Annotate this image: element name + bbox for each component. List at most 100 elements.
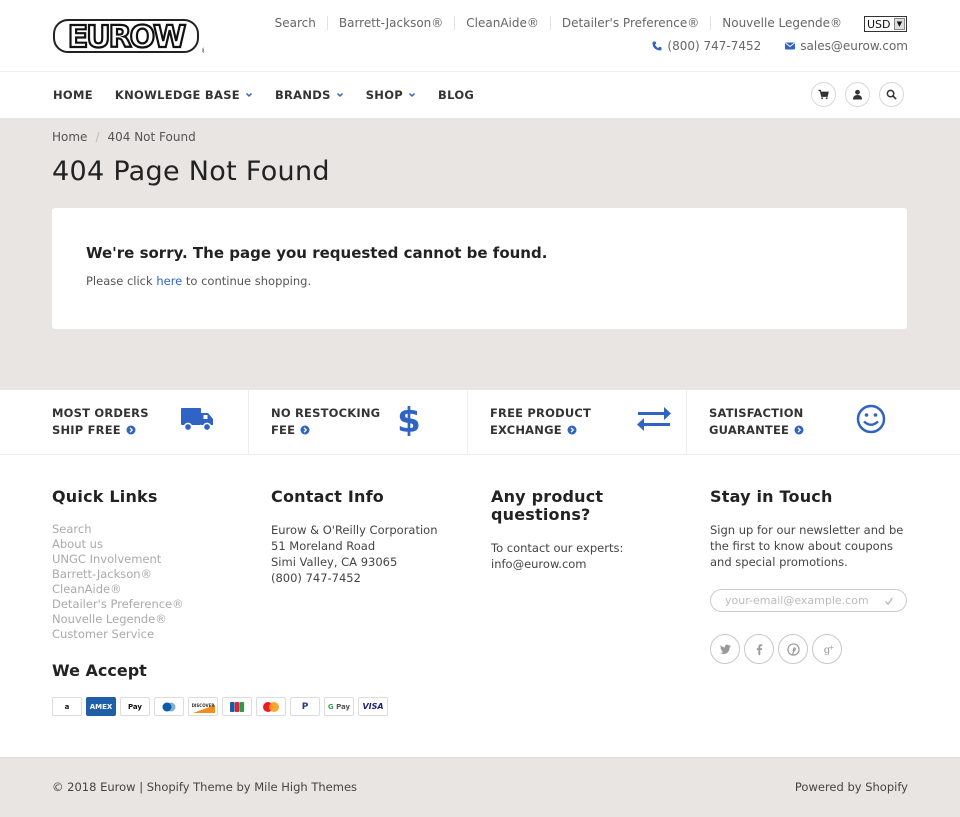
header-email[interactable]: sales@eurow.com xyxy=(785,39,908,53)
copyright-text[interactable]: © 2018 Eurow | Shopify Theme by Mile Hig… xyxy=(52,780,357,794)
questions-title: Any product questions? xyxy=(491,487,604,524)
feature-line2: SHIP FREE xyxy=(52,423,121,437)
feature-line1: NO RESTOCKING xyxy=(271,406,381,420)
not-found-card: We're sorry. The page you requested cann… xyxy=(52,208,907,329)
nav-label: BLOG xyxy=(438,88,475,102)
contact-phone: (800) 747-7452 xyxy=(271,571,361,585)
header-contact: (800) 747-7452 sales@eurow.com xyxy=(652,39,908,53)
footer-link-customer-service[interactable]: Customer Service xyxy=(52,627,242,642)
card-heading: We're sorry. The page you requested cann… xyxy=(86,244,548,262)
contact-company: Eurow & O'Reilly Corporation xyxy=(271,523,438,537)
breadcrumb-home[interactable]: Home xyxy=(52,130,87,144)
nav-label: HOME xyxy=(53,88,93,102)
contact-street: 51 Moreland Road xyxy=(271,539,376,553)
util-link-nouvelle-legende[interactable]: Nouvelle Legende® xyxy=(710,16,853,30)
account-button[interactable] xyxy=(845,82,870,107)
util-link-detailers-preference[interactable]: Detailer's Preference® xyxy=(549,16,710,30)
twitter-button[interactable] xyxy=(710,634,740,664)
amazon-pay-icon: a xyxy=(52,697,82,716)
amex-icon: AMEX xyxy=(86,697,116,716)
arrow-circle-right-icon xyxy=(126,425,136,435)
svg-text:+: + xyxy=(828,643,833,651)
paypal-icon: P xyxy=(290,697,320,716)
quick-links-title: Quick Links xyxy=(52,487,158,506)
feature-line1: FREE PRODUCT xyxy=(490,406,592,420)
cart-button[interactable] xyxy=(811,82,836,107)
search-button[interactable] xyxy=(879,82,904,107)
util-link-barrett-jackson[interactable]: Barrett-Jackson® xyxy=(326,16,454,30)
nav-label: BRANDS xyxy=(274,88,331,102)
logo-text: EUROW xyxy=(68,20,186,55)
we-accept-title: We Accept xyxy=(52,661,147,680)
discover-icon: DISCOVER xyxy=(188,697,218,716)
facebook-button[interactable] xyxy=(744,634,774,664)
footer-link-search[interactable]: Search xyxy=(52,522,242,537)
questions-text: To contact our experts: xyxy=(491,541,624,555)
pinterest-button[interactable] xyxy=(778,634,808,664)
feature-line2: FEE xyxy=(271,423,296,437)
page-title: 404 Page Not Found xyxy=(52,156,330,187)
bottom-bar: © 2018 Eurow | Shopify Theme by Mile Hig… xyxy=(0,757,960,817)
apple-pay-icon: Pay xyxy=(120,697,150,716)
truck-icon xyxy=(181,408,213,432)
twitter-icon xyxy=(719,644,731,654)
google-plus-button[interactable]: g + xyxy=(812,634,842,664)
feature-free-shipping[interactable]: MOST ORDERS SHIP FREE xyxy=(30,390,249,455)
feature-free-exchange[interactable]: FREE PRODUCT EXCHANGE xyxy=(468,390,687,455)
chevron-down-icon xyxy=(245,92,252,98)
check-icon[interactable] xyxy=(884,596,894,606)
nav-item-brands[interactable]: BRANDS xyxy=(275,88,344,102)
header-email-text: sales@eurow.com xyxy=(800,39,908,53)
util-link-cleanaide[interactable]: CleanAide® xyxy=(454,16,550,30)
header-phone-text: (800) 747-7452 xyxy=(667,39,762,53)
utility-links: Search Barrett-Jackson® CleanAide® Detai… xyxy=(264,15,853,31)
feature-bar: MOST ORDERS SHIP FREE NO RESTOCKING FEE $ … xyxy=(0,390,960,455)
footer-quick-links: Quick Links Search About us UNGC Involve… xyxy=(52,488,242,642)
nav-item-knowledge-base[interactable]: KNOWLEDGE BASE xyxy=(115,88,253,102)
footer-link-cleanaide[interactable]: CleanAide® xyxy=(52,582,242,597)
card-text-before: Please click xyxy=(86,274,157,288)
footer-link-ungc[interactable]: UNGC Involvement xyxy=(52,552,242,567)
breadcrumb: Home / 404 Not Found xyxy=(52,130,196,144)
search-icon xyxy=(886,89,897,100)
footer-link-nouvelle-legende[interactable]: Nouvelle Legende® xyxy=(52,612,242,627)
nav-item-home[interactable]: HOME xyxy=(53,88,93,102)
facebook-icon xyxy=(756,643,762,655)
powered-by-text[interactable]: Powered by Shopify xyxy=(795,780,908,794)
svg-text:®: ® xyxy=(201,47,204,55)
newsletter-email-input[interactable] xyxy=(725,594,880,607)
contact-title: Contact Info xyxy=(271,487,384,506)
nav-item-blog[interactable]: BLOG xyxy=(438,88,474,102)
footer: Quick Links Search About us UNGC Involve… xyxy=(0,455,960,757)
util-link-search[interactable]: Search xyxy=(264,16,327,30)
social-links: g + xyxy=(710,634,842,664)
continue-shopping-link[interactable]: here xyxy=(156,274,182,288)
arrow-circle-right-icon xyxy=(300,425,310,435)
breadcrumb-current: 404 Not Found xyxy=(107,130,196,144)
feature-satisfaction[interactable]: SATISFACTION GUARANTEE xyxy=(687,390,906,455)
nav-item-shop[interactable]: SHOP xyxy=(366,88,416,102)
footer-link-detailers-preference[interactable]: Detailer's Preference® xyxy=(52,597,242,612)
footer-link-barrett-jackson[interactable]: Barrett-Jackson® xyxy=(52,567,242,582)
user-icon xyxy=(852,89,863,100)
footer-stay-in-touch: Stay in Touch Sign up for our newsletter… xyxy=(710,488,910,570)
svg-text:DISCOVER: DISCOVER xyxy=(192,703,215,708)
mastercard-icon xyxy=(256,697,286,716)
eurow-logo[interactable]: EUROW ® xyxy=(52,16,204,56)
newsletter-text: Sign up for our newsletter and be the fi… xyxy=(710,523,904,569)
feature-line2: EXCHANGE xyxy=(490,423,562,437)
smile-icon xyxy=(856,404,886,434)
questions-email[interactable]: info@eurow.com xyxy=(491,556,641,572)
exchange-icon xyxy=(637,407,671,431)
footer-link-about[interactable]: About us xyxy=(52,537,242,552)
payment-icons: a AMEX Pay DISCOVER P G Pay VISA xyxy=(52,697,388,716)
feature-no-restocking[interactable]: NO RESTOCKING FEE $ xyxy=(249,390,468,455)
header-phone[interactable]: (800) 747-7452 xyxy=(652,39,761,53)
footer-contact: Contact Info Eurow & O'Reilly Corporatio… xyxy=(271,488,471,586)
arrow-circle-right-icon xyxy=(567,425,577,435)
google-pay-icon: G Pay xyxy=(324,697,354,716)
chevron-down-icon xyxy=(409,92,416,98)
currency-select[interactable]: USD ▼ xyxy=(864,16,907,32)
touch-title: Stay in Touch xyxy=(710,487,833,506)
nav-label: KNOWLEDGE BASE xyxy=(114,88,240,102)
